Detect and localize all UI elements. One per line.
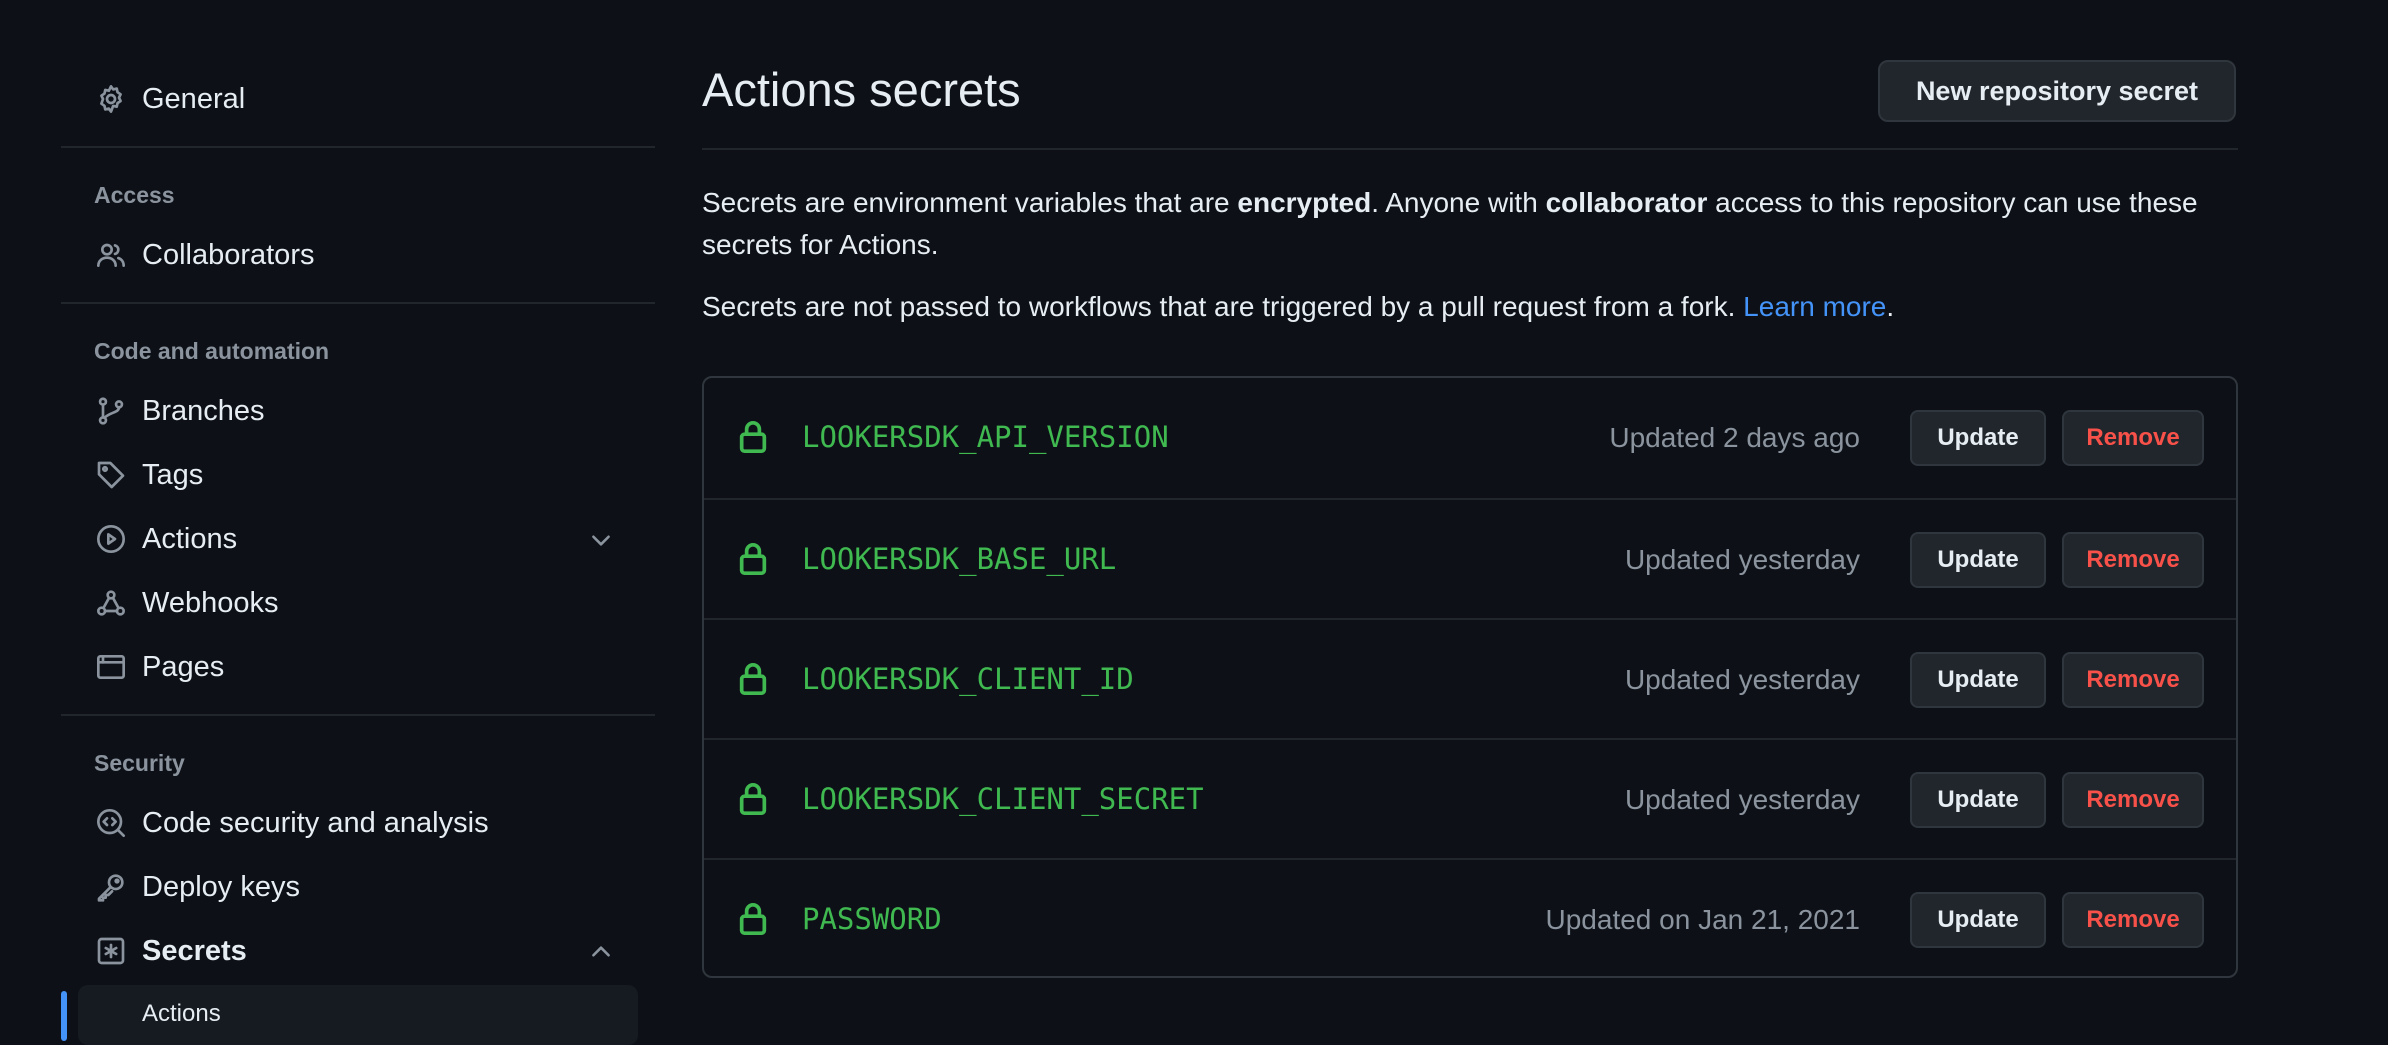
settings-sidebar: General Access Collaborators Code and au… [61,0,655,1045]
chevron-up-icon[interactable] [588,939,614,965]
page-title: Actions secrets [702,63,1021,116]
update-button[interactable]: Update [1910,892,2046,948]
updated-timestamp: Updated yesterday [1624,664,1860,695]
secret-row: PASSWORD Updated on Jan 21, 2021 Update … [704,858,2236,976]
updated-timestamp: Updated 2 days ago [1609,422,1860,453]
new-repository-secret-button[interactable]: New repository secret [1878,60,2236,122]
desc-text: . Anyone with [1371,187,1546,218]
secret-row: LOOKERSDK_BASE_URL Updated yesterday Upd… [704,498,2236,618]
people-icon [94,238,128,272]
gear-icon [94,82,128,116]
lock-icon [738,542,768,576]
remove-button[interactable]: Remove [2062,532,2204,588]
updated-timestamp: Updated yesterday [1624,544,1860,575]
divider [61,714,655,716]
sidebar-item-actions[interactable]: Actions [94,512,654,566]
remove-button[interactable]: Remove [2062,892,2204,948]
desc-text: Secrets are environment variables that a… [702,187,1238,218]
sidebar-item-label: Code security and analysis [142,806,489,839]
sidebar-item-label: Pages [142,650,225,683]
secret-name: LOOKERSDK_BASE_URL [802,542,1117,576]
desc-text: . [1886,291,1895,322]
update-button[interactable]: Update [1910,410,2046,466]
tag-icon [94,458,128,492]
group-label-code-automation: Code and automation [94,338,330,364]
secrets-list: LOOKERSDK_API_VERSION Updated 2 days ago… [702,376,2238,978]
sidebar-subitem-label: Actions [142,1000,221,1027]
sidebar-item-label: Actions [142,522,238,555]
group-label-access: Access [94,182,175,208]
sidebar-item-label: Collaborators [142,238,315,271]
secret-name: LOOKERSDK_API_VERSION [802,420,1169,454]
remove-button[interactable]: Remove [2062,772,2204,828]
sidebar-item-pages[interactable]: Pages [94,640,654,694]
desc-text: Secrets are not passed to workflows that… [702,291,1744,322]
secret-name: LOOKERSDK_CLIENT_ID [802,662,1134,696]
sidebar-item-deploy-keys[interactable]: Deploy keys [94,860,654,914]
play-circle-icon [94,522,128,556]
lock-icon [738,662,768,696]
sidebar-item-webhooks[interactable]: Webhooks [94,576,654,630]
sidebar-item-branches[interactable]: Branches [94,384,654,438]
sidebar-item-label: Webhooks [142,586,279,619]
remove-button[interactable]: Remove [2062,410,2204,466]
lock-icon [738,420,768,454]
desc-emphasis: encrypted [1237,187,1372,218]
codescan-icon [94,806,128,840]
browser-icon [94,650,128,684]
sidebar-item-label: Secrets [142,934,247,967]
lock-icon [738,902,768,936]
secret-name: PASSWORD [802,902,942,936]
sidebar-item-label: Deploy keys [142,870,300,903]
sidebar-item-code-security[interactable]: Code security and analysis [94,796,654,850]
group-label-security: Security [94,750,185,776]
key-icon [94,870,128,904]
divider [61,146,655,148]
update-button[interactable]: Update [1910,772,2046,828]
description-paragraph: Secrets are environment variables that a… [702,182,2202,266]
updated-timestamp: Updated on Jan 21, 2021 [1545,904,1860,935]
sidebar-item-collaborators[interactable]: Collaborators [94,228,654,282]
secret-row: LOOKERSDK_API_VERSION Updated 2 days ago… [704,378,2236,498]
asterisk-box-icon [94,934,128,968]
secret-row: LOOKERSDK_CLIENT_SECRET Updated yesterda… [704,738,2236,858]
branch-icon [94,394,128,428]
fork-note-paragraph: Secrets are not passed to workflows that… [702,286,1894,328]
sidebar-item-label: General [142,82,246,115]
secret-row: LOOKERSDK_CLIENT_ID Updated yesterday Up… [704,618,2236,738]
learn-more-link[interactable]: Learn more [1743,291,1886,322]
sidebar-item-tags[interactable]: Tags [94,448,654,502]
sidebar-item-label: Tags [142,458,204,491]
updated-timestamp: Updated yesterday [1624,784,1860,815]
update-button[interactable]: Update [1910,652,2046,708]
remove-button[interactable]: Remove [2062,652,2204,708]
chevron-down-icon[interactable] [588,527,614,553]
sidebar-item-label: Branches [142,394,265,427]
sidebar-item-general[interactable]: General [94,72,654,126]
lock-icon [738,782,768,816]
sidebar-item-secrets[interactable]: Secrets [94,924,654,978]
webhook-icon [94,586,128,620]
divider [61,302,655,304]
update-button[interactable]: Update [1910,532,2046,588]
divider [702,148,2238,150]
desc-emphasis: collaborator [1545,187,1708,218]
secret-name: LOOKERSDK_CLIENT_SECRET [802,782,1204,816]
